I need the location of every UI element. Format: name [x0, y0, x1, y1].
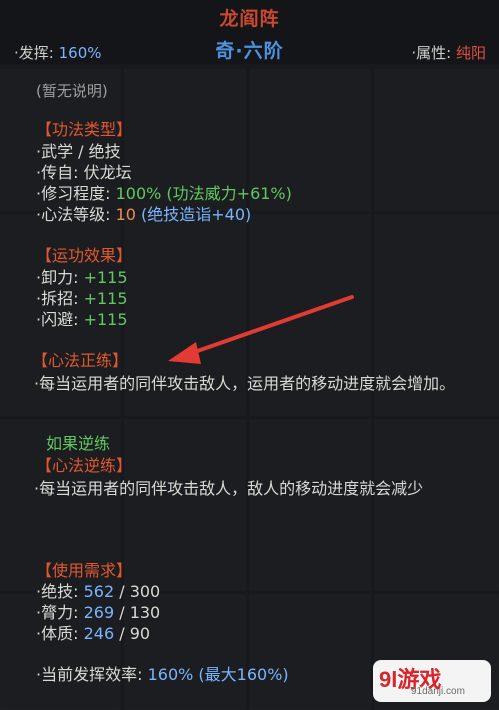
- site-logo-watermark: 9l游戏 91danji.com: [373, 660, 491, 702]
- logo-url: 91danji.com: [411, 686, 465, 697]
- red-arrow-annotation: [168, 295, 354, 364]
